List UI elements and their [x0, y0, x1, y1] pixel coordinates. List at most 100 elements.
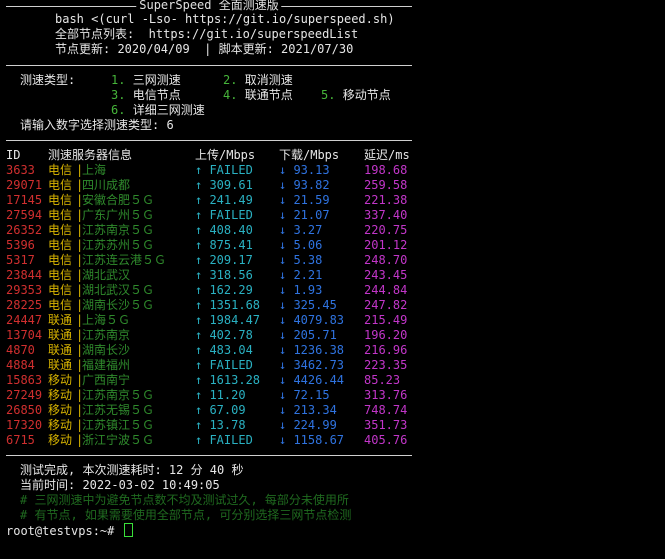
- row-latency: 198.68: [364, 163, 408, 177]
- row-download: ↓ 4079.83: [279, 313, 345, 327]
- command-line: bash <(curl -Lso- https://git.io/supersp…: [55, 12, 395, 26]
- prompt-text: root@testvps:~#: [6, 524, 122, 538]
- row-location: 湖北武汉５Ｇ: [82, 283, 155, 297]
- row-location: 福建福州: [82, 358, 131, 372]
- row-isp: 电信: [48, 223, 73, 237]
- divider: [6, 455, 412, 456]
- row-location: 湖南长沙５Ｇ: [82, 298, 155, 312]
- row-isp: 联通: [48, 328, 73, 342]
- row-isp: 移动: [48, 403, 73, 417]
- row-download: ↓ 205.71: [279, 328, 337, 342]
- column-header-upload: 上传/Mbps: [195, 148, 256, 162]
- node-list-line: 全部节点列表: https://git.io/superspeedList: [55, 27, 359, 41]
- table-row: 26850 移动 江苏无锡５Ｇ ↑ 67.09 ↓ 213.34 748.74 |: [0, 403, 665, 418]
- row-id: 3633: [6, 163, 35, 177]
- column-header-latency: 延迟/ms: [364, 148, 410, 162]
- row-download: ↓ 5.06: [279, 238, 323, 252]
- row-id: 27594: [6, 208, 43, 222]
- row-download: ↓ 21.59: [279, 193, 330, 207]
- row-separator: |: [76, 313, 84, 327]
- row-separator: |: [76, 298, 84, 312]
- row-id: 4870: [6, 343, 35, 357]
- table-row: 3633 电信 上海 ↑ FAILED ↓ 93.13 198.68 |: [0, 163, 665, 178]
- row-id: 28225: [6, 298, 43, 312]
- menu-option-2: 2. 取消测速: [223, 73, 293, 87]
- text-cursor: [123, 523, 133, 537]
- row-download: ↓ 2.21: [279, 268, 323, 282]
- row-separator: |: [76, 208, 84, 222]
- row-latency: 244.84: [364, 283, 408, 297]
- row-isp: 移动: [48, 373, 73, 387]
- row-isp: 电信: [48, 238, 73, 252]
- row-upload: ↑ FAILED: [195, 163, 253, 177]
- terminal-window[interactable]: SuperSpeed 全面测速版 bash <(curl -Lso- https…: [0, 0, 665, 559]
- table-row: 27594 电信 广东广州５Ｇ ↑ FAILED ↓ 21.07 337.40 |: [0, 208, 665, 223]
- shell-prompt[interactable]: root@testvps:~#: [6, 523, 133, 538]
- row-separator: |: [76, 388, 84, 402]
- row-location: 广东广州５Ｇ: [82, 208, 155, 222]
- row-download: ↓ 3.27: [279, 223, 323, 237]
- table-row: 17145 电信 安徽合肥５Ｇ ↑ 241.49 ↓ 21.59 221.38 |: [0, 193, 665, 208]
- update-line: 节点更新: 2020/04/09 | 脚本更新: 2021/07/30: [55, 42, 354, 56]
- row-separator: |: [76, 253, 84, 267]
- row-latency: 223.35: [364, 358, 408, 372]
- row-separator: |: [76, 268, 84, 282]
- row-location: 江苏南京５Ｇ: [82, 223, 155, 237]
- divider: [6, 65, 412, 66]
- row-location: 江苏无锡５Ｇ: [82, 403, 155, 417]
- row-location: 湖北武汉: [82, 268, 131, 282]
- row-id: 13704: [6, 328, 43, 342]
- row-upload: ↑ 13.78: [195, 418, 246, 432]
- row-latency: 243.45: [364, 268, 408, 282]
- column-header-server: 测速服务器信息: [48, 148, 133, 162]
- row-upload: ↑ 209.17: [195, 253, 253, 267]
- row-isp: 移动: [48, 388, 73, 402]
- row-id: 29071: [6, 178, 43, 192]
- row-upload: ↑ 875.41: [195, 238, 253, 252]
- row-upload: ↑ 1351.68: [195, 298, 261, 312]
- row-location: 江苏南京: [82, 328, 131, 342]
- row-id: 17145: [6, 193, 43, 207]
- row-isp: 电信: [48, 283, 73, 297]
- row-download: ↓ 5.38: [279, 253, 323, 267]
- row-isp: 电信: [48, 193, 73, 207]
- row-latency: 248.70: [364, 253, 408, 267]
- table-row: 29071 电信 四川成都 ↑ 309.61 ↓ 93.82 259.58 |: [0, 178, 665, 193]
- row-upload: ↑ 1984.47: [195, 313, 261, 327]
- menu-label: 测速类型:: [20, 73, 76, 87]
- row-latency: 201.12: [364, 238, 408, 252]
- row-upload: ↑ FAILED: [195, 358, 253, 372]
- table-row: 29353 电信 湖北武汉５Ｇ ↑ 162.29 ↓ 1.93 244.84 |: [0, 283, 665, 298]
- row-location: 江苏南京５Ｇ: [82, 388, 155, 402]
- row-download: ↓ 93.82: [279, 178, 330, 192]
- row-id: 29353: [6, 283, 43, 297]
- row-isp: 联通: [48, 343, 73, 357]
- row-id: 24447: [6, 313, 43, 327]
- row-location: 浙江宁波５Ｇ: [82, 433, 155, 447]
- row-latency: 220.75: [364, 223, 408, 237]
- row-upload: ↑ 11.20: [195, 388, 246, 402]
- table-row: 4884 联通 福建福州 ↑ FAILED ↓ 3462.73 223.35 |: [0, 358, 665, 373]
- row-upload: ↑ 67.09: [195, 403, 246, 417]
- row-id: 27249: [6, 388, 43, 402]
- column-header-id: ID: [6, 148, 21, 162]
- table-row: 28225 电信 湖南长沙５Ｇ ↑ 1351.68 ↓ 325.45 247.82 |: [0, 298, 665, 313]
- row-location: 四川成都: [82, 178, 131, 192]
- row-location: 江苏苏州５Ｇ: [82, 238, 155, 252]
- row-separator: |: [76, 418, 84, 432]
- row-isp: 电信: [48, 298, 73, 312]
- row-upload: ↑ 1613.28: [195, 373, 261, 387]
- row-location: 广西南宁: [82, 373, 131, 387]
- row-latency: 85.23: [364, 373, 401, 387]
- row-upload: ↑ FAILED: [195, 433, 253, 447]
- row-download: ↓ 213.34: [279, 403, 337, 417]
- completion-line: 测试完成, 本次测速耗时: 12 分 40 秒: [20, 463, 244, 477]
- row-separator: |: [76, 358, 84, 372]
- row-separator: |: [76, 343, 84, 357]
- note-line-1: # 三网测速中为避免节点数不均及测试过久, 每部分未使用所: [20, 493, 349, 507]
- script-title: SuperSpeed 全面测速版: [136, 0, 282, 12]
- row-id: 6715: [6, 433, 35, 447]
- row-download: ↓ 1158.67: [279, 433, 345, 447]
- row-isp: 电信: [48, 163, 73, 177]
- row-download: ↓ 72.15: [279, 388, 330, 402]
